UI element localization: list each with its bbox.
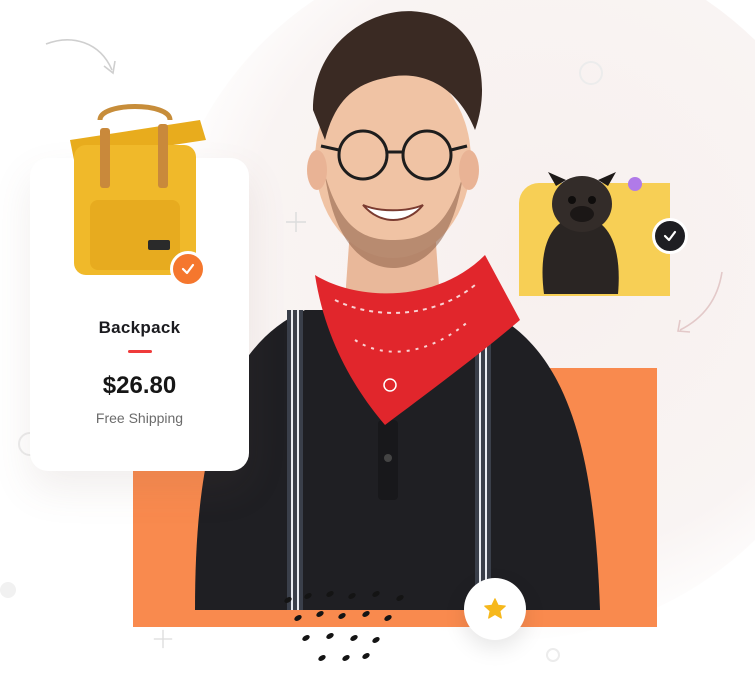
curved-arrow-icon <box>45 39 116 75</box>
sparkle-icon <box>153 629 173 649</box>
ring-decoration <box>546 648 560 662</box>
product-title: Backpack <box>98 318 181 337</box>
pug-image <box>542 172 619 294</box>
check-badge <box>652 218 688 254</box>
hero-illustration: Backpack $26.80 Free Shipping <box>0 0 755 687</box>
check-icon <box>663 230 677 242</box>
product-price: $26.80 <box>102 372 177 399</box>
purple-dot <box>628 177 642 191</box>
shipping-label: Free Shipping <box>95 410 184 426</box>
check-icon <box>181 263 195 275</box>
check-badge <box>170 251 206 287</box>
dots-decoration <box>284 591 404 661</box>
ring-decoration <box>0 582 16 598</box>
curved-arrow-icon <box>677 271 723 333</box>
title-underline <box>128 350 152 353</box>
star-icon <box>484 598 506 619</box>
rating-badge[interactable] <box>464 578 526 640</box>
